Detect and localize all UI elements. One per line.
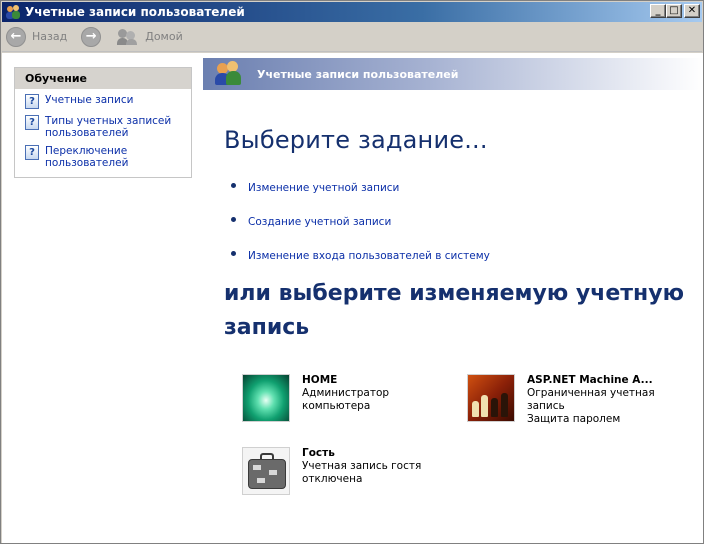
task-heading: Выберите задание... [224, 126, 488, 154]
account-info: Гость Учетная запись гостя отключена [302, 447, 442, 495]
account-heading: или выберите изменяемую учетную запись [224, 281, 684, 340]
user-accounts-window: Учетные записи пользователей _ □ ✕ ← Наз… [0, 0, 704, 544]
banner-title: Учетные записи пользователей [257, 67, 459, 81]
learn-link[interactable]: Учетные записи [45, 94, 175, 106]
minimize-button[interactable]: _ [650, 4, 666, 18]
account-detail: запись [527, 400, 565, 412]
account-detail: Учетная запись гостя [302, 460, 422, 472]
account-detail: компьютера [302, 400, 371, 412]
window-controls: _ □ ✕ [650, 4, 700, 18]
account-detail: Ограниченная учетная [527, 387, 655, 399]
bullet-icon [231, 250, 236, 256]
help-icon: ? [25, 115, 39, 130]
task-list: Изменение учетной записи Создание учетно… [231, 171, 490, 273]
learn-item-switching-users[interactable]: ? Переключение пользователей [25, 145, 191, 169]
bullet-icon [231, 182, 236, 188]
back-arrow-icon: ← [6, 26, 26, 47]
forward-button[interactable]: → [81, 26, 102, 47]
user-accounts-icon [5, 4, 21, 20]
title-bar[interactable]: Учетные записи пользователей _ □ ✕ [2, 2, 702, 22]
main-pane: Учетные записи пользователей Выберите за… [203, 53, 703, 543]
back-button[interactable]: ← Назад [6, 26, 68, 47]
learn-item-accounts[interactable]: ? Учетные записи [25, 94, 191, 109]
learn-link[interactable]: Типы учетных записей пользователей [45, 115, 175, 139]
learn-link[interactable]: Переключение пользователей [45, 145, 175, 169]
task-item-change-account[interactable]: Изменение учетной записи [231, 171, 490, 205]
close-button[interactable]: ✕ [684, 4, 700, 18]
account-info: ASP.NET Machine A... Ограниченная учетна… [527, 374, 667, 426]
help-icon: ? [25, 94, 39, 109]
home-users-icon [117, 28, 139, 45]
minimize-icon: _ [655, 5, 661, 16]
task-link[interactable]: Создание учетной записи [248, 216, 391, 228]
account-info: HOME Администратор компьютера [302, 374, 442, 422]
learn-item-account-types[interactable]: ? Типы учетных записей пользователей [25, 115, 191, 139]
account-name: HOME [302, 374, 338, 386]
left-pane: Обучение ? Учетные записи ? Типы учетных… [2, 53, 203, 543]
chess-picture [467, 374, 515, 422]
account-detail: отключена [302, 473, 363, 485]
task-link[interactable]: Изменение учетной записи [248, 182, 399, 194]
header-banner: Учетные записи пользователей [203, 58, 703, 90]
bullet-icon [231, 216, 236, 222]
account-name: ASP.NET Machine A... [527, 374, 653, 386]
forward-arrow-icon: → [81, 26, 102, 47]
home-label: Домой [145, 30, 183, 43]
account-tile-aspnet[interactable]: ASP.NET Machine A... Ограниченная учетна… [467, 374, 667, 426]
toolbar: ← Назад → Домой [2, 22, 702, 52]
window-title: Учетные записи пользователей [25, 5, 245, 19]
task-link[interactable]: Изменение входа пользователей в систему [248, 250, 490, 262]
account-tile-home[interactable]: HOME Администратор компьютера [242, 374, 442, 422]
back-label: Назад [32, 30, 68, 43]
close-icon: ✕ [687, 5, 697, 16]
water-drop-picture [242, 374, 290, 422]
account-detail: Защита паролем [527, 413, 621, 425]
help-icon: ? [25, 145, 39, 160]
task-item-create-account[interactable]: Создание учетной записи [231, 205, 490, 239]
suitcase-picture [242, 447, 290, 495]
account-detail: Администратор [302, 387, 390, 399]
maximize-icon: □ [669, 5, 679, 16]
learn-about-panel: Обучение ? Учетные записи ? Типы учетных… [14, 67, 192, 178]
learn-panel-header: Обучение [15, 68, 191, 89]
learn-list: ? Учетные записи ? Типы учетных записей … [15, 89, 191, 169]
account-name: Гость [302, 447, 335, 459]
user-accounts-icon [215, 60, 243, 88]
home-button[interactable]: Домой [105, 28, 183, 45]
task-item-change-logon[interactable]: Изменение входа пользователей в систему [231, 239, 490, 273]
maximize-button[interactable]: □ [666, 4, 682, 18]
account-tile-guest[interactable]: Гость Учетная запись гостя отключена [242, 447, 442, 495]
